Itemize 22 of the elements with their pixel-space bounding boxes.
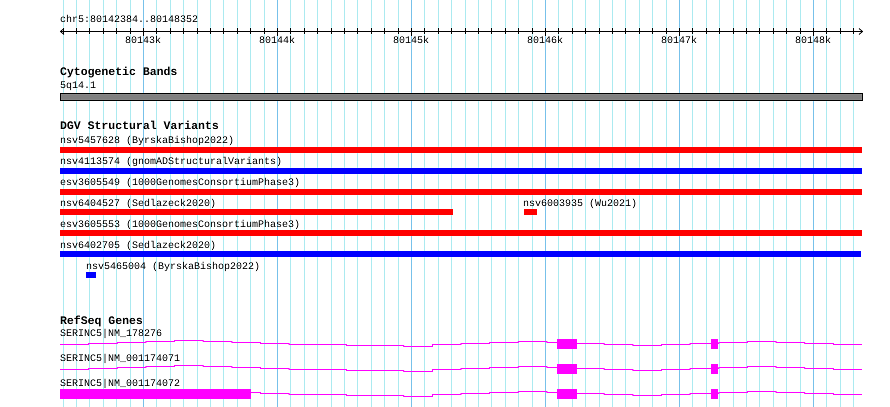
variant-label: nsv6003935 (Wu2021) xyxy=(523,199,638,210)
gene-label: SERINC5|NM_001174072 xyxy=(60,379,180,390)
variant-label: nsv5457628 (ByrskaBishop2022) xyxy=(60,136,234,147)
variant-label: esv3605549 (1000GenomesConsortiumPhase3) xyxy=(60,178,300,189)
variant-label: esv3605553 (1000GenomesConsortiumPhase3) xyxy=(60,220,300,231)
ruler-title: chr5:80142384..80148352 xyxy=(60,15,198,26)
variant-label: nsv5465004 (ByrskaBishop2022) xyxy=(86,262,260,273)
track-title: DGV Structural Variants xyxy=(60,121,219,133)
tick-label: 80144k xyxy=(259,36,296,47)
variant-label: nsv6404527 (Sedlazeck2020) xyxy=(60,199,216,210)
tick-label: 80148k xyxy=(795,36,832,47)
tick-label: 80145k xyxy=(393,36,430,47)
gene-label: SERINC5|NM_001174071 xyxy=(60,354,180,365)
tick-label: 80147k xyxy=(661,36,698,47)
track-title: RefSeq Genes xyxy=(60,316,143,328)
tick-label: 80146k xyxy=(527,36,564,47)
gene-label: SERINC5|NM_178276 xyxy=(60,329,162,340)
variant-label: nsv4113574 (gnomADStructuralVariants) xyxy=(60,157,282,168)
tick-label: 80143k xyxy=(125,36,162,47)
track-title: Cytogenetic Bands xyxy=(60,67,178,79)
band-label: 5q14.1 xyxy=(60,81,96,92)
variant-label: nsv6402705 (Sedlazeck2020) xyxy=(60,241,216,252)
